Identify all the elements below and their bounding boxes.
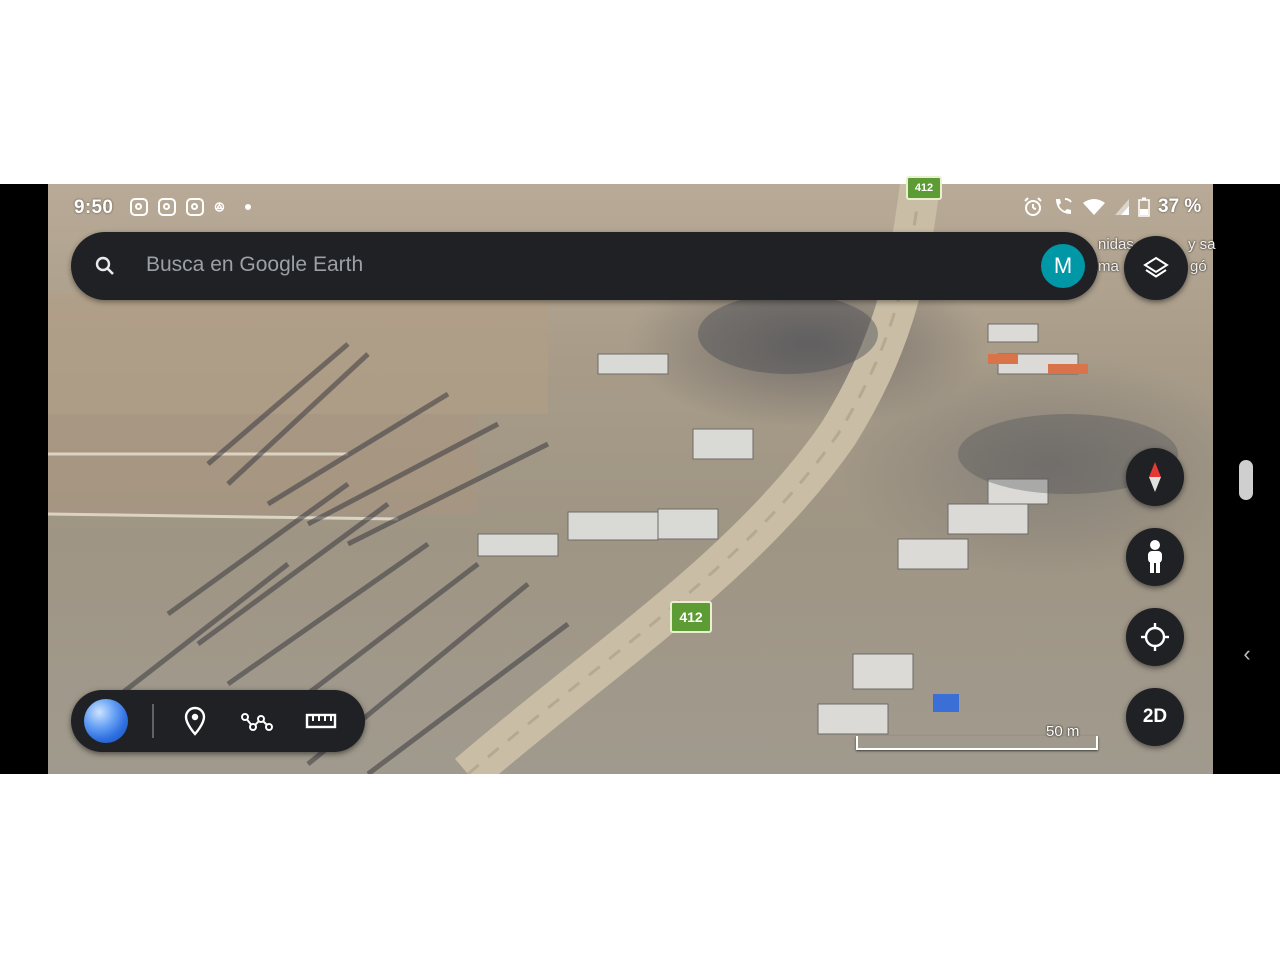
map-label-fragment: y sa bbox=[1188, 236, 1216, 253]
map-label-fragment: gó bbox=[1190, 258, 1207, 275]
instagram-icon bbox=[158, 198, 176, 216]
pegman-icon bbox=[1148, 540, 1162, 573]
search-input[interactable]: Busca en Google Earth bbox=[146, 253, 363, 277]
layers-button[interactable] bbox=[1124, 236, 1188, 300]
notification-icons: ꔮ bbox=[130, 198, 251, 216]
route-shield-top: 412 bbox=[906, 176, 942, 200]
place-marker-icon[interactable] bbox=[179, 705, 211, 737]
wifi-icon bbox=[1083, 199, 1105, 215]
ruler-icon[interactable] bbox=[305, 705, 337, 737]
map-label-fragment: ma bbox=[1098, 258, 1119, 275]
compass-icon bbox=[1149, 462, 1161, 492]
more-notifications-dot bbox=[244, 204, 251, 210]
alarm-icon bbox=[1024, 197, 1042, 216]
status-time: 9:50 bbox=[74, 197, 114, 218]
avatar[interactable]: M bbox=[1041, 244, 1085, 288]
scroll-handle[interactable] bbox=[1239, 460, 1253, 500]
battery-percent: 37 % bbox=[1158, 196, 1202, 217]
route-shield: 412 bbox=[670, 601, 712, 633]
layers-icon bbox=[1143, 256, 1169, 278]
path-icon[interactable] bbox=[241, 705, 273, 737]
compass-button[interactable] bbox=[1126, 448, 1184, 506]
earth-logo-icon[interactable] bbox=[84, 699, 128, 743]
search-bar[interactable]: Busca en Google Earth M bbox=[71, 232, 1098, 300]
instagram-icon bbox=[130, 198, 148, 216]
view-mode-label: 2D bbox=[1142, 706, 1168, 727]
my-location-icon bbox=[1141, 623, 1169, 651]
scale-bar bbox=[856, 736, 1098, 750]
search-icon[interactable] bbox=[93, 254, 117, 278]
instagram-icon bbox=[186, 198, 204, 216]
battery-icon bbox=[1138, 197, 1150, 217]
system-status-icons: 37 % bbox=[1022, 196, 1201, 218]
view-mode-toggle[interactable]: 2D bbox=[1126, 688, 1184, 746]
wifi-call-icon bbox=[1056, 198, 1072, 214]
chevron-left-icon[interactable]: ‹ bbox=[1240, 642, 1254, 666]
toolbar-divider bbox=[152, 704, 154, 738]
bottom-toolbar bbox=[71, 690, 365, 752]
app-notification-icon: ꔮ bbox=[214, 198, 225, 215]
signal-icon bbox=[1115, 199, 1129, 215]
letterbox-left bbox=[0, 184, 48, 774]
my-location-button[interactable] bbox=[1126, 608, 1184, 666]
street-view-button[interactable] bbox=[1126, 528, 1184, 586]
